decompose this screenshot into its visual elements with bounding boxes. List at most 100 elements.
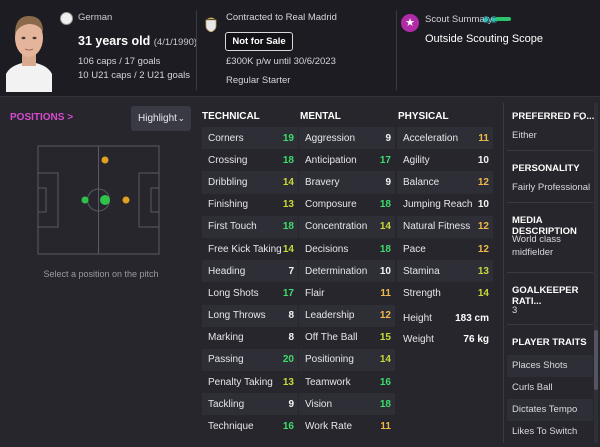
section-divider <box>507 202 593 203</box>
attribute-row[interactable]: Finishing 13 <box>202 194 298 216</box>
attribute-row[interactable]: Stamina 13 <box>397 260 493 283</box>
positions-link[interactable]: POSITIONS > <box>10 112 73 123</box>
contract-info[interactable]: Contracted to Real Madrid <box>226 12 337 23</box>
attribute-row[interactable]: Free Kick Taking 14 <box>202 238 298 260</box>
attribute-row[interactable]: Corners 19 <box>202 127 298 150</box>
preferred-foot-value: Either <box>512 130 537 141</box>
position-pitch[interactable] <box>37 145 160 255</box>
transfer-status-badge[interactable]: Not for Sale <box>225 32 293 51</box>
attribute-name: Concentration <box>305 221 368 233</box>
attribute-name: Corners <box>208 132 244 144</box>
position-amc-dot[interactable] <box>122 196 130 204</box>
wage-info: £300K p/w until 30/6/2023 <box>226 56 336 67</box>
attribute-row[interactable]: Determination 10 <box>299 260 395 283</box>
attribute-value: 18 <box>282 221 294 233</box>
attribute-value: 13 <box>282 199 294 211</box>
height-label: Height <box>403 312 432 324</box>
attribute-row[interactable]: Strength 14 <box>397 282 493 304</box>
goalkeeper-rating-label: GOALKEEPER RATI... <box>512 285 579 307</box>
senior-caps: 106 caps / 17 goals <box>78 56 161 67</box>
attribute-name: Finishing <box>208 199 249 211</box>
attribute-value: 17 <box>282 287 294 299</box>
attribute-row[interactable]: Off The Ball 15 <box>299 327 395 349</box>
attribute-value: 16 <box>379 376 391 388</box>
attribute-value: 9 <box>385 176 391 188</box>
header-divider <box>196 10 197 90</box>
attribute-name: Heading <box>208 265 246 277</box>
trait-item: Dictates Tempo <box>507 399 593 421</box>
caps-info: 106 caps / 17 goals 10 U21 caps / 2 U21 … <box>78 55 190 83</box>
attribute-value: 7 <box>288 265 294 277</box>
attribute-row[interactable]: Decisions 18 <box>299 238 395 260</box>
attribute-row[interactable]: First Touch 18 <box>202 215 298 238</box>
scout-summary-text: Outside Scouting Scope <box>425 33 544 45</box>
technical-attributes: Corners 19 Crossing 18 Dribbling 14 Finishing 1… <box>202 127 298 438</box>
attribute-row[interactable]: Acceleration 11 <box>397 127 493 150</box>
right-panel-scrollbar[interactable] <box>594 103 598 443</box>
attribute-row[interactable]: Agility 10 <box>397 149 493 171</box>
position-dm-dot[interactable] <box>81 196 89 204</box>
attribute-row[interactable]: Marking 8 <box>202 327 298 349</box>
attribute-name: Work Rate <box>305 421 353 433</box>
attribute-row[interactable]: Vision 18 <box>299 393 395 416</box>
trait-item: Curls Ball <box>512 382 553 393</box>
attribute-name: Acceleration <box>403 132 459 144</box>
attribute-row[interactable]: Dribbling 14 <box>202 171 298 194</box>
attribute-row[interactable]: Leadership 12 <box>299 304 395 327</box>
attribute-name: Crossing <box>208 154 248 166</box>
player-age: 31 years old (4/1/1990) <box>78 34 198 48</box>
attribute-row[interactable]: Passing 20 <box>202 348 298 372</box>
attribute-row[interactable]: Long Shots 17 <box>202 282 298 304</box>
player-header: German 31 years old (4/1/1990) 106 caps … <box>0 0 600 97</box>
attribute-value: 12 <box>477 243 489 255</box>
attribute-name: Stamina <box>403 265 440 277</box>
attribute-row[interactable]: Positioning 14 <box>299 348 395 372</box>
attribute-row[interactable]: Heading 7 <box>202 260 298 283</box>
attribute-value: 15 <box>379 332 391 344</box>
attribute-row[interactable]: Balance 12 <box>397 171 493 194</box>
attribute-row[interactable]: Anticipation 17 <box>299 149 395 171</box>
attribute-row[interactable]: Work Rate 11 <box>299 415 395 437</box>
trait-item: Places Shots <box>507 355 593 377</box>
attribute-row[interactable]: Pace 12 <box>397 238 493 260</box>
attribute-row[interactable]: Natural Fitness 12 <box>397 215 493 238</box>
attribute-row[interactable]: Jumping Reach 10 <box>397 194 493 216</box>
height-value: 183 cm <box>455 312 489 324</box>
attribute-name: Penalty Taking <box>208 376 273 388</box>
u21-caps: 10 U21 caps / 2 U21 goals <box>78 70 190 81</box>
club-crest-icon <box>205 17 217 32</box>
attribute-row[interactable]: Tackling 9 <box>202 393 298 416</box>
technical-header: TECHNICAL <box>202 111 260 122</box>
attribute-row[interactable]: Bravery 9 <box>299 171 395 194</box>
attribute-value: 18 <box>379 199 391 211</box>
section-divider <box>507 272 593 273</box>
position-am-dot[interactable] <box>101 156 109 164</box>
chevron-down-icon[interactable]: ⌄ <box>578 112 586 123</box>
attribute-row[interactable]: Long Throws 8 <box>202 304 298 327</box>
personality-value: Fairly Professional <box>512 182 591 193</box>
position-mc-dot[interactable] <box>100 195 110 205</box>
highlight-dropdown[interactable]: Highlight ⌄ <box>131 106 191 131</box>
pitch-hint: Select a position on the pitch <box>43 269 159 279</box>
scrollbar-thumb[interactable] <box>594 330 598 390</box>
attribute-row[interactable]: Concentration 14 <box>299 215 395 238</box>
attribute-row[interactable]: Flair 11 <box>299 282 395 304</box>
attribute-name: Natural Fitness <box>403 221 471 233</box>
attribute-value: 12 <box>379 310 391 322</box>
attribute-value: 9 <box>288 398 294 410</box>
attribute-row[interactable]: Aggression 9 <box>299 127 395 150</box>
attribute-value: 14 <box>282 243 294 255</box>
attribute-name: Passing <box>208 354 244 366</box>
attribute-row[interactable]: Technique 16 <box>202 415 298 437</box>
attribute-row[interactable]: Composure 18 <box>299 194 395 216</box>
attribute-name: Long Throws <box>208 310 266 322</box>
attribute-name: Free Kick Taking <box>208 243 282 255</box>
attribute-value: 18 <box>282 154 294 166</box>
attribute-name: Leadership <box>305 310 355 322</box>
player-portrait <box>6 16 52 92</box>
attribute-row[interactable]: Penalty Taking 13 <box>202 371 298 393</box>
attribute-name: Balance <box>403 176 440 188</box>
player-traits-label: PLAYER TRAITS <box>512 337 587 348</box>
attribute-row[interactable]: Crossing 18 <box>202 149 298 171</box>
attribute-row[interactable]: Teamwork 16 <box>299 371 395 393</box>
